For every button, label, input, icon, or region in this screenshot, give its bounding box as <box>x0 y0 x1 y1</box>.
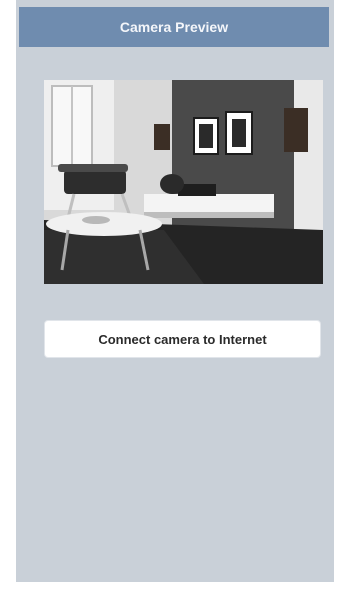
connect-camera-label: Connect camera to Internet <box>98 331 267 347</box>
camera-preview-image <box>44 80 323 284</box>
connect-camera-button[interactable]: Connect camera to Internet <box>44 320 321 358</box>
page-title: Camera Preview <box>119 19 229 35</box>
header-bar: Camera Preview <box>19 7 329 47</box>
